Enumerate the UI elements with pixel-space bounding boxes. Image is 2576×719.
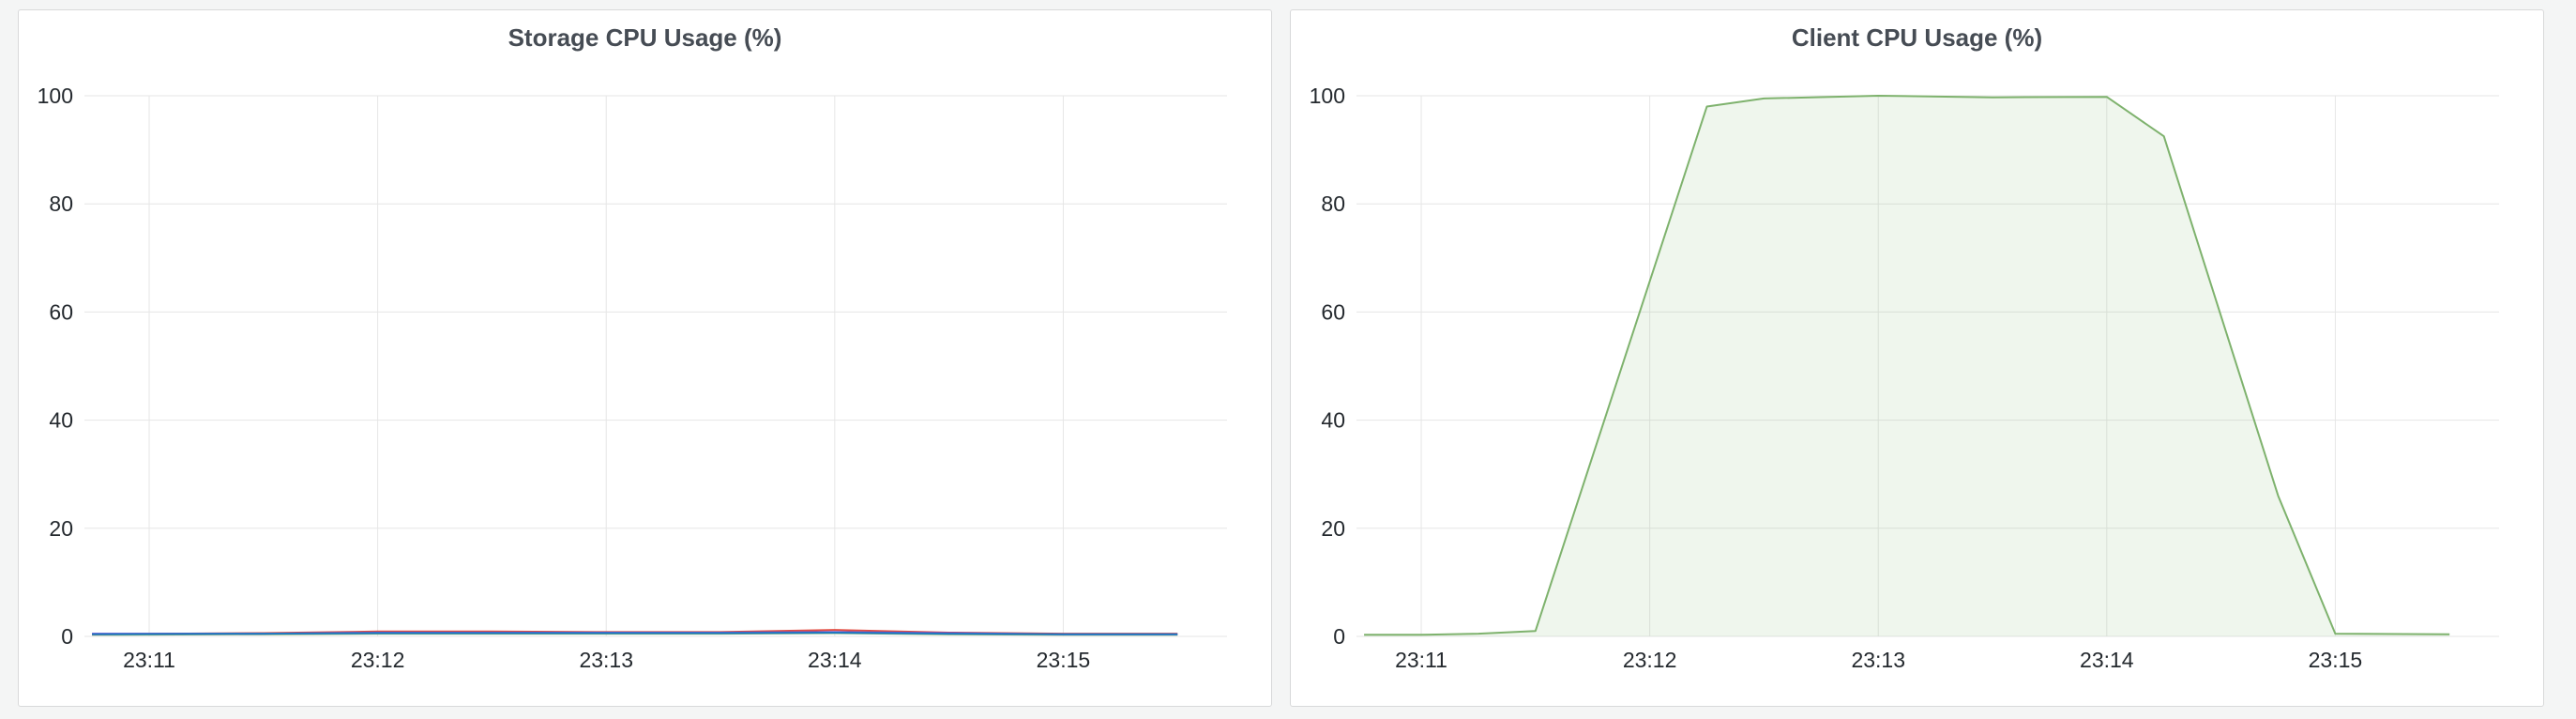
- x-tick-label: 23:12: [1623, 648, 1677, 672]
- y-tick-label: 60: [49, 299, 73, 324]
- y-tick-label: 40: [49, 408, 73, 433]
- series-area: [1364, 96, 2450, 636]
- y-tick-label: 80: [1321, 191, 1345, 216]
- y-tick-label: 100: [1310, 84, 1345, 108]
- y-tick-label: 40: [1321, 408, 1345, 433]
- x-tick-label: 23:14: [808, 648, 862, 672]
- y-tick-label: 20: [49, 516, 73, 541]
- y-tick-label: 0: [61, 624, 73, 649]
- y-tick-label: 100: [38, 84, 73, 108]
- x-tick-label: 23:14: [2080, 648, 2134, 672]
- x-tick-label: 23:15: [2309, 648, 2363, 672]
- y-tick-label: 60: [1321, 299, 1345, 324]
- x-tick-label: 23:13: [579, 648, 633, 672]
- client-cpu-panel: Client CPU Usage (%) 0 20 40 60 80 100 23:11 23…: [1290, 9, 2544, 707]
- client-cpu-chart: 0 20 40 60 80 100 23:11 23:12 23:13 23:14 23:15: [1310, 84, 2499, 672]
- storage-cpu-panel: Storage CPU Usage (%) 0 20 40 60 80 100 23:11 2…: [18, 9, 1272, 707]
- y-tick-label: 80: [49, 191, 73, 216]
- y-tick-label: 20: [1321, 516, 1345, 541]
- x-tick-label: 23:12: [351, 648, 405, 672]
- storage-cpu-chart: 0 20 40 60 80 100 23:11 23:12 23:13 23:14 23:15: [38, 84, 1227, 672]
- x-tick-label: 23:11: [123, 648, 175, 672]
- x-tick-label: 23:13: [1851, 648, 1905, 672]
- y-tick-label: 0: [1333, 624, 1345, 649]
- x-tick-label: 23:11: [1395, 648, 1447, 672]
- x-tick-label: 23:15: [1037, 648, 1091, 672]
